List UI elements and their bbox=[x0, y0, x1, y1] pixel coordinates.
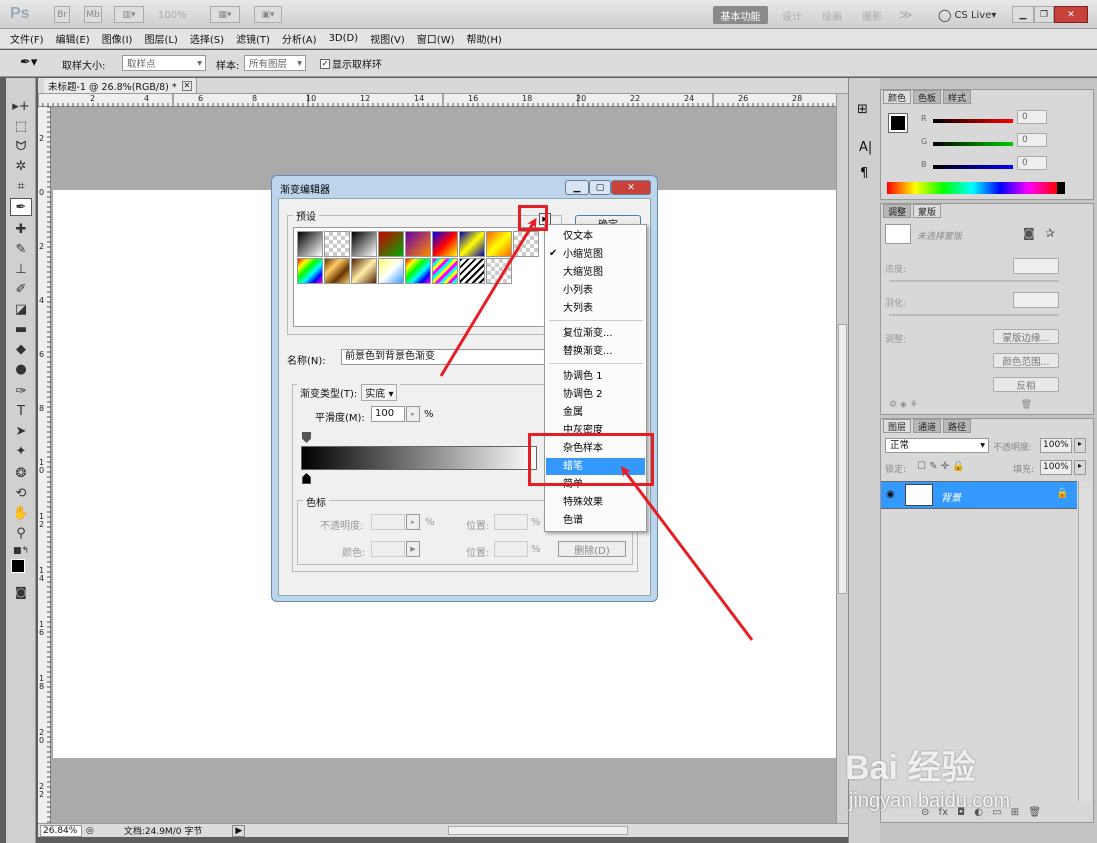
annotation-arrows bbox=[439, 217, 754, 641]
watermark-brand: Bai 经验 bbox=[845, 749, 976, 787]
annotation-arrow-2 bbox=[620, 466, 754, 641]
annotation-arrow-1 bbox=[439, 217, 537, 377]
watermark-url: jingyan.baidu.com bbox=[849, 790, 1011, 812]
baidu-jingyan-watermark: Bai 经验 jingyan.baidu.com bbox=[845, 732, 1055, 822]
